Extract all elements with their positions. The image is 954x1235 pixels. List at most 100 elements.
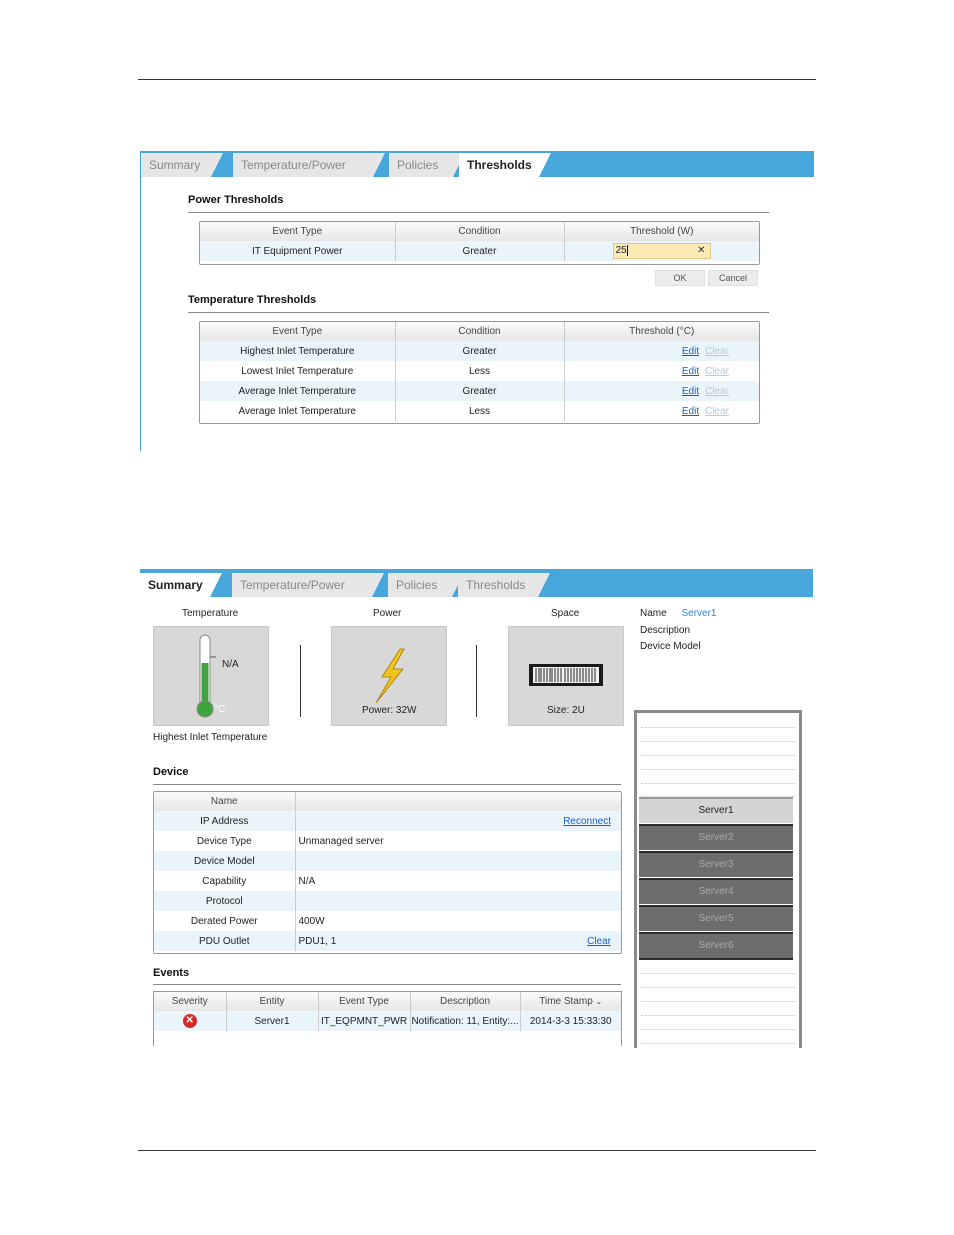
tab-temperature-power[interactable]: Temperature/Power [232,573,384,597]
table-row[interactable]: Lowest Inlet Temperature Less Edit Clear [200,361,759,381]
edit-link[interactable]: Edit [682,386,699,397]
edit-link[interactable]: Edit [682,406,699,417]
tab-temperature-power[interactable]: Temperature/Power [233,153,385,177]
tab-policies[interactable]: Policies [388,573,464,597]
divider [188,312,769,313]
power-value: Power: 32W [362,705,417,716]
device-table: Name IP Address Reconnect Device Type Un… [154,792,621,951]
event-type-cell: IT Equipment Power [200,241,395,261]
threshold-input[interactable]: 25 ✕ [612,243,711,259]
divider [153,984,621,985]
entity-cell: Server1 [225,1011,318,1031]
field-label: Capability [202,875,247,887]
condition-cell: Greater [394,381,564,401]
summary-screenshot: Summary Temperature/Power Policies Thres… [140,569,813,1048]
thermometer-unit: °C [214,704,226,715]
text-cursor [626,244,628,256]
rack-slot-server4[interactable]: Server4 [639,878,793,904]
condition-cell: Less [394,401,564,421]
rack-view: Server1 Server2 Server3 Server4 Server5 … [634,710,802,1048]
event-type-cell: Highest Inlet Temperature [200,341,395,361]
edit-link[interactable]: Edit [682,346,699,357]
clear-x-icon[interactable]: ✕ [697,244,705,258]
reconnect-link[interactable]: Reconnect [563,816,611,827]
condition-cell: Greater [394,341,564,361]
divider [153,784,621,785]
rack-slot-server6[interactable]: Server6 [639,932,793,960]
highest-inlet-temperature-label: Highest Inlet Temperature [153,732,268,743]
power-card: Power: 32W [331,626,447,726]
thermometer-icon [196,634,216,718]
name-label: Name [640,608,667,619]
clear-link[interactable]: Clear [705,406,729,417]
table-row[interactable]: IT Equipment Power Greater 25 ✕ [200,241,759,261]
power-label: Power [373,608,402,619]
field-value: N/A [294,871,621,891]
field-label: Derated Power [190,915,258,927]
field-label: PDU Outlet [154,931,295,951]
empty-slot [641,769,795,770]
rack-slot-server1[interactable]: Server1 [639,797,793,823]
column-header[interactable]: Condition [394,322,564,341]
empty-slot [641,755,795,756]
table-row: Capability N/A [154,871,621,891]
time-stamp-cell: 2014-3-3 15:33:30 [519,1011,621,1031]
ok-button[interactable]: OK [655,270,705,286]
event-type-cell: Average Inlet Temperature [200,381,395,401]
tab-summary[interactable]: Summary [141,153,223,177]
temperature-thresholds-title: Temperature Thresholds [188,294,317,306]
edit-link[interactable]: Edit [682,366,699,377]
thermometer-value: N/A [222,659,239,670]
column-header[interactable]: Condition [394,222,564,241]
power-thresholds-table-frame: Event Type Condition Threshold (W) IT Eq… [199,221,760,265]
tab-thresholds[interactable]: Thresholds [459,153,551,177]
power-thresholds-table: Event Type Condition Threshold (W) IT Eq… [200,222,759,261]
column-header[interactable]: Event Type [200,322,395,341]
power-thresholds-title: Power Thresholds [188,194,284,206]
field-value: 400W [294,911,621,931]
device-section-title: Device [153,766,189,778]
column-header[interactable]: Threshold (°C) [563,322,759,341]
divider [300,645,301,717]
column-header[interactable]: Description [409,992,520,1011]
sort-down-icon[interactable]: ⌄ [596,997,603,1006]
thresholds-screenshot: Summary Temperature/Power Policies Thres… [140,151,814,451]
tab-summary[interactable]: Summary [140,573,222,597]
temperature-thresholds-table-frame: Event Type Condition Threshold (°C) High… [199,321,760,424]
column-header[interactable]: Time Stamp ⌄ [519,992,621,1011]
column-header[interactable]: Entity [225,992,318,1011]
page-header-rule [138,79,816,80]
clear-link[interactable]: Clear [705,346,729,357]
column-header[interactable]: Event Type [317,992,410,1011]
field-value [294,851,621,871]
clear-link[interactable]: Clear [705,386,729,397]
rack-slot-server3[interactable]: Server3 [639,851,793,877]
empty-slot [641,783,795,784]
temperature-label: Temperature [182,608,239,619]
table-row[interactable]: Highest Inlet Temperature Greater Edit Cl… [200,341,759,361]
description-cell: Notification: 11, Entity:... [409,1011,520,1031]
table-row[interactable]: ✕ Server1 IT_EQPMNT_PWR Notification: 11… [154,1011,621,1031]
pdu-outlet-value: PDU1, 1 [298,935,337,947]
table-row: IP Address Reconnect [154,811,621,831]
column-header[interactable]: Threshold (W) [563,222,759,241]
tab-policies[interactable]: Policies [389,153,465,177]
tab-thresholds[interactable]: Thresholds [458,573,550,597]
rack-slot-server5[interactable]: Server5 [639,905,793,931]
clear-link[interactable]: Clear [705,366,729,377]
rack-slot-server2[interactable]: Server2 [639,824,793,850]
tab-bar: Summary Temperature/Power Policies Thres… [140,569,813,597]
field-label: Device Model [154,851,295,871]
events-table-frame: Severity Entity Event Type Description T… [153,991,622,1046]
cancel-button[interactable]: Cancel [708,270,758,286]
table-row[interactable]: Average Inlet Temperature Greater Edit Cl… [200,381,759,401]
clear-link[interactable]: Clear [587,936,611,947]
table-row: Derated Power 400W [154,911,621,931]
divider [188,212,769,213]
empty-slot [641,1029,795,1030]
empty-slot [641,973,795,974]
table-row[interactable]: Average Inlet Temperature Less Edit Clear [200,401,759,421]
column-header[interactable]: Event Type [200,222,395,241]
column-header[interactable]: Severity [154,992,226,1011]
field-label: IP Address [154,811,295,831]
